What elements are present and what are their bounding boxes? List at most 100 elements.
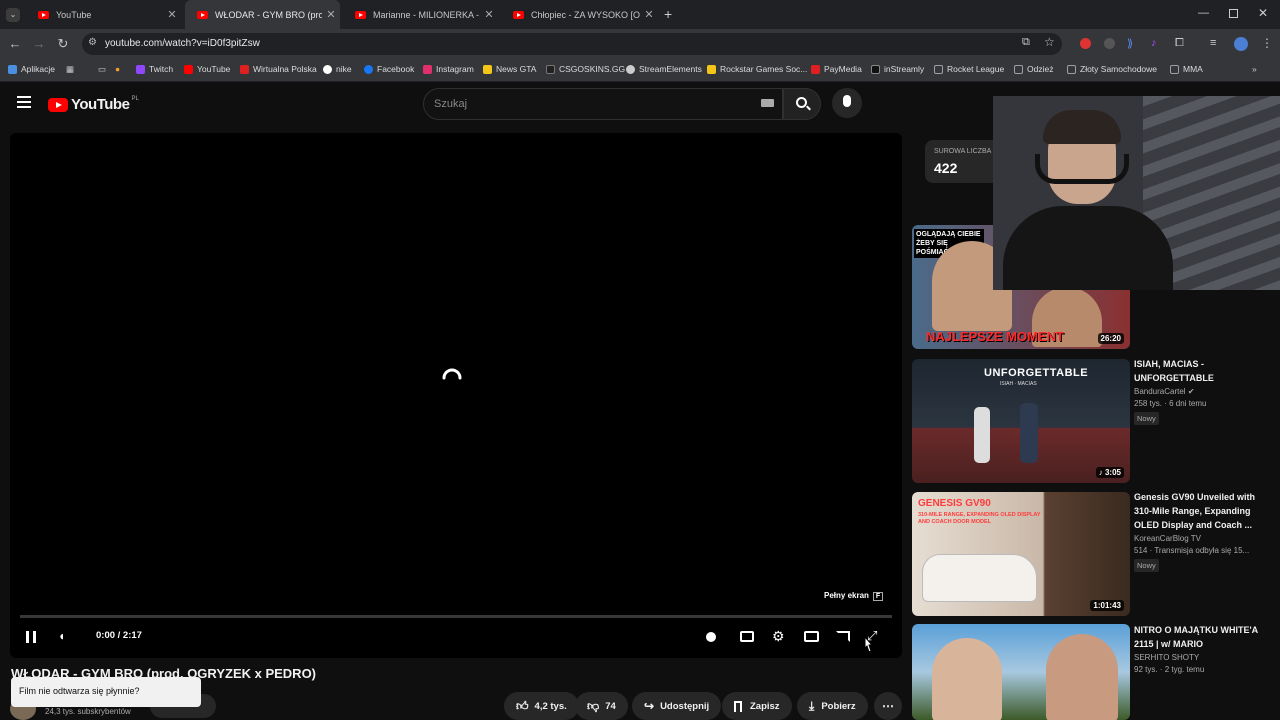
address-bar[interactable]: ⚙ youtube.com/watch?v=iD0f3pitZsw ⧉ ☆ xyxy=(82,33,1062,55)
dislike-button[interactable]: 👎︎ 74 xyxy=(575,692,628,720)
tab-search-icon[interactable]: ⌄ xyxy=(6,8,20,22)
tab-strip: ⌄ YouTube ✕ WŁODAR - GYM BRO (prod. OGRY… xyxy=(0,0,1280,29)
live-counter-label: SUROWA LICZBA xyxy=(934,148,992,155)
webcam-headset xyxy=(1035,154,1129,184)
site-info-icon[interactable]: ⚙ xyxy=(88,37,97,48)
bookmark-instreamly[interactable]: inStreamly xyxy=(871,64,924,74)
more-horizontal-icon: ⋯ xyxy=(882,699,894,713)
restore-icon[interactable] xyxy=(1229,9,1238,18)
bookmark-folder-mma[interactable]: MMA xyxy=(1170,64,1203,74)
keyboard-icon[interactable] xyxy=(761,99,774,107)
tab-marianne[interactable]: Marianne - MILIONERKA - YouTube ✕ xyxy=(343,0,498,29)
bookmark-star-icon[interactable]: ☆ xyxy=(1044,35,1055,49)
window-close-icon[interactable]: ✕ xyxy=(1258,6,1268,20)
bookmark-paymedia[interactable]: PayMedia xyxy=(811,64,862,74)
playback-issue-toast[interactable]: Film nie odtwarza się płynnie? xyxy=(11,677,201,707)
close-icon[interactable]: ✕ xyxy=(322,8,340,21)
recommendation-title: NITRO O MAJĄTKU WHITE'A 2115 | w/ MARIO xyxy=(1134,625,1258,649)
webcam-overlay xyxy=(993,96,1280,290)
bookmarks-overflow-icon[interactable]: » xyxy=(1252,64,1257,74)
recommendation-meta[interactable]: ISIAH, MACIAS - UNFORGETTABLE BanduraCar… xyxy=(1134,357,1274,426)
search-placeholder: Szukaj xyxy=(434,98,468,110)
recommendation-thumbnail[interactable]: GENESIS GV90 310-MILE RANGE, EXPANDING O… xyxy=(912,492,1130,616)
microphone-icon xyxy=(843,95,851,107)
volume-button[interactable]: ◖ xyxy=(58,624,65,648)
autoplay-toggle[interactable] xyxy=(706,624,716,648)
folder-icon[interactable]: ▭ xyxy=(98,64,106,75)
bookmark-wp[interactable]: Wirtualna Polska xyxy=(240,64,317,74)
bookmark-folder-zloty[interactable]: Złoty Samochodowe xyxy=(1067,64,1157,74)
more-actions-button[interactable]: ⋯ xyxy=(874,692,902,720)
bookmark-streamelements[interactable]: StreamElements xyxy=(626,64,702,74)
bookmark-twitch[interactable]: Twitch xyxy=(136,64,173,74)
recommendation-thumbnail[interactable]: UNFORGETTABLE ISIAH · MACIAS ♪ 3:05 xyxy=(912,359,1130,483)
thumbnail-overlay-text: UNFORGETTABLE xyxy=(984,367,1089,379)
reload-icon[interactable]: ↻ xyxy=(55,36,71,52)
grid-icon[interactable]: ▦ xyxy=(66,64,74,75)
bookmark-youtube[interactable]: YouTube xyxy=(184,64,230,74)
instagram-icon xyxy=(423,64,432,74)
save-button[interactable]: Zapisz xyxy=(722,692,792,720)
tab-youtube[interactable]: YouTube ✕ xyxy=(26,0,181,29)
pause-button[interactable] xyxy=(26,624,40,648)
bookmark-csgoskins[interactable]: CSGOSKINS.GG xyxy=(546,64,625,74)
youtube-logo[interactable]: YouTube PL xyxy=(48,96,139,113)
extension-red-icon[interactable] xyxy=(1080,38,1091,49)
search-input[interactable]: Szukaj xyxy=(423,88,783,120)
profile-avatar[interactable] xyxy=(1234,37,1248,51)
install-icon[interactable]: ⧉ xyxy=(1022,36,1030,49)
share-button[interactable]: ↪ Udostępnij xyxy=(632,692,722,720)
close-icon[interactable]: ✕ xyxy=(640,8,658,21)
extension-grey-icon[interactable] xyxy=(1104,38,1115,49)
progress-bar[interactable] xyxy=(20,615,892,618)
bookmark-facebook[interactable]: Facebook xyxy=(364,64,414,74)
autoplay-icon xyxy=(706,631,716,642)
live-counter-card: SUROWA LICZBA 422 xyxy=(925,140,1000,183)
bookmark-nike[interactable]: nike xyxy=(323,64,352,74)
settings-button[interactable]: ⚙ xyxy=(772,624,785,648)
view-info: 92 tys. · 2 tyg. temu xyxy=(1134,665,1205,674)
fire-icon[interactable]: ● xyxy=(115,64,120,74)
bookmark-folder-odziez[interactable]: Odzież xyxy=(1014,64,1053,74)
cast-button[interactable] xyxy=(836,624,850,648)
extension-blue-icon[interactable]: ⟫ xyxy=(1127,37,1133,50)
extension-purple-icon[interactable]: ♪ xyxy=(1151,37,1157,49)
download-icon: ⤓ xyxy=(809,698,815,713)
like-button[interactable]: 👍︎ 4,2 tys. xyxy=(504,692,579,720)
bookmark-newsgta[interactable]: News GTA xyxy=(483,64,536,74)
theater-mode-button[interactable] xyxy=(804,624,819,648)
voice-search-button[interactable] xyxy=(832,88,862,118)
bookmark-folder-rocketleague[interactable]: Rocket League xyxy=(934,64,1004,74)
download-button[interactable]: ⤓ Pobierz xyxy=(797,692,868,720)
recommendation-meta[interactable]: NITRO O MAJĄTKU WHITE'A 2115 | w/ MARIO … xyxy=(1134,623,1274,674)
search-button[interactable] xyxy=(783,88,821,120)
close-icon[interactable]: ✕ xyxy=(480,8,498,21)
video-player[interactable]: Pełny ekran F ◖ 0:00 / 2:17 ⚙ ⤢ xyxy=(10,133,902,658)
forward-arrow-icon[interactable]: → xyxy=(31,36,47,52)
bookmark-instagram[interactable]: Instagram xyxy=(423,64,474,74)
subtitles-button[interactable] xyxy=(740,624,754,648)
bookmark-rockstar[interactable]: Rockstar Games Soc... xyxy=(707,64,807,74)
recommendation-thumbnail[interactable] xyxy=(912,624,1130,720)
tab-chlopiec[interactable]: Chłopiec - ZA WYSOKO [Official Video] ✕ xyxy=(501,0,658,29)
back-arrow-icon[interactable]: ← xyxy=(7,36,23,52)
paymedia-icon xyxy=(811,64,820,74)
tab-wlodar[interactable]: WŁODAR - GYM BRO (prod. OGRYZEK x PEDRO)… xyxy=(185,0,340,29)
media-control-icon[interactable]: ≡ xyxy=(1210,37,1216,49)
download-label: Pobierz xyxy=(821,700,856,712)
thumbs-down-icon: 👎︎ xyxy=(587,698,600,713)
like-count: 4,2 tys. xyxy=(534,700,567,712)
minimize-icon[interactable]: — xyxy=(1198,7,1209,19)
gear-icon: ⚙ xyxy=(772,628,785,644)
bookmark-apps[interactable]: Aplikacje xyxy=(8,64,55,74)
hamburger-menu-icon[interactable] xyxy=(17,96,31,108)
browser-menu-icon[interactable]: ⋮ xyxy=(1261,36,1273,50)
subtitles-icon xyxy=(740,631,754,643)
twitch-icon xyxy=(136,64,145,74)
new-tab-plus-icon[interactable]: + xyxy=(664,6,672,22)
close-icon[interactable]: ✕ xyxy=(163,8,181,21)
save-label: Zapisz xyxy=(750,700,780,712)
recommendation-meta[interactable]: Genesis GV90 Unveiled with 310-Mile Rang… xyxy=(1134,490,1274,573)
thumbnail-person-right xyxy=(1046,634,1118,720)
extensions-puzzle-icon[interactable]: ⧠ xyxy=(1175,37,1184,50)
